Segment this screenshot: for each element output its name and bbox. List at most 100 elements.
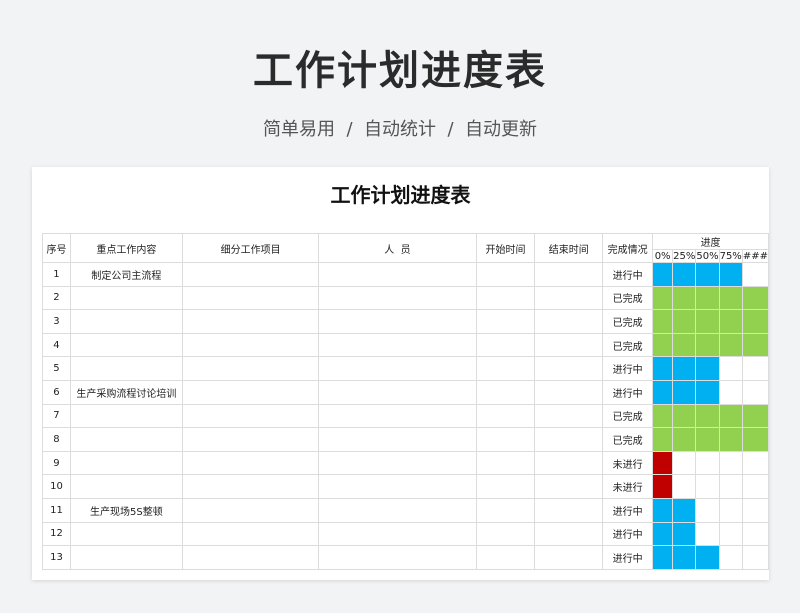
cell-end[interactable] bbox=[534, 309, 604, 334]
cell-end[interactable] bbox=[534, 285, 604, 311]
cell-sub-items[interactable] bbox=[181, 403, 320, 429]
cell-seq[interactable]: 1 bbox=[42, 262, 71, 287]
cell-sub-items[interactable] bbox=[181, 309, 320, 334]
cell-seq[interactable]: 10 bbox=[42, 474, 71, 499]
cell-key-work[interactable] bbox=[69, 427, 183, 452]
table-row: 11 生产现场5S整顿 进行中 bbox=[42, 497, 769, 523]
cell-seq[interactable]: 4 bbox=[42, 332, 71, 358]
cell-seq[interactable]: 7 bbox=[42, 403, 71, 429]
cell-sub-items[interactable] bbox=[181, 356, 320, 381]
cell-sub-items[interactable] bbox=[181, 497, 320, 523]
progress-bar-segment bbox=[672, 262, 697, 287]
cell-start[interactable] bbox=[475, 332, 536, 358]
cell-sub-items[interactable] bbox=[181, 379, 320, 405]
cell-key-work[interactable] bbox=[69, 332, 183, 358]
cell-sub-items[interactable] bbox=[181, 332, 320, 358]
cell-key-work[interactable] bbox=[69, 403, 183, 429]
cell-key-work[interactable] bbox=[69, 521, 183, 547]
cell-people[interactable] bbox=[318, 497, 477, 523]
cell-people[interactable] bbox=[318, 285, 477, 311]
cell-start[interactable] bbox=[475, 545, 536, 570]
cell-key-work[interactable]: 制定公司主流程 bbox=[69, 262, 183, 287]
cell-key-work[interactable] bbox=[69, 474, 183, 499]
cell-end[interactable] bbox=[534, 521, 604, 547]
cell-end[interactable] bbox=[534, 427, 604, 452]
cell-people[interactable] bbox=[318, 309, 477, 334]
cell-people[interactable] bbox=[318, 427, 477, 452]
cell-key-work[interactable] bbox=[69, 545, 183, 570]
cell-start[interactable] bbox=[475, 379, 536, 405]
cell-status[interactable]: 已完成 bbox=[602, 309, 654, 334]
cell-status[interactable]: 进行中 bbox=[602, 545, 654, 570]
cell-key-work[interactable] bbox=[69, 450, 183, 476]
cell-sub-items[interactable] bbox=[181, 521, 320, 547]
cell-status[interactable]: 未进行 bbox=[602, 450, 654, 476]
cell-seq[interactable]: 13 bbox=[42, 545, 71, 570]
progress-bar-segment bbox=[672, 309, 697, 334]
cell-people[interactable] bbox=[318, 262, 477, 287]
cell-key-work[interactable]: 生产采购流程讨论培训 bbox=[69, 379, 183, 405]
cell-people[interactable] bbox=[318, 521, 477, 547]
cell-end[interactable] bbox=[534, 474, 604, 499]
cell-end[interactable] bbox=[534, 497, 604, 523]
cell-people[interactable] bbox=[318, 403, 477, 429]
cell-sub-items[interactable] bbox=[181, 285, 320, 311]
cell-start[interactable] bbox=[475, 427, 536, 452]
cell-end[interactable] bbox=[534, 379, 604, 405]
cell-key-work[interactable] bbox=[69, 356, 183, 381]
cell-end[interactable] bbox=[534, 450, 604, 476]
cell-seq[interactable]: 9 bbox=[42, 450, 71, 476]
progress-empty-segment bbox=[741, 497, 769, 523]
cell-status[interactable]: 进行中 bbox=[602, 521, 654, 547]
cell-sub-items[interactable] bbox=[181, 450, 320, 476]
cell-status[interactable]: 进行中 bbox=[602, 356, 654, 381]
cell-end[interactable] bbox=[534, 545, 604, 570]
cell-seq[interactable]: 3 bbox=[42, 309, 71, 334]
cell-start[interactable] bbox=[475, 285, 536, 311]
cell-status[interactable]: 已完成 bbox=[602, 403, 654, 429]
table-row: 1 制定公司主流程 进行中 bbox=[42, 262, 769, 287]
cell-key-work[interactable]: 生产现场5S整顿 bbox=[69, 497, 183, 523]
cell-start[interactable] bbox=[475, 262, 536, 287]
cell-people[interactable] bbox=[318, 450, 477, 476]
cell-seq[interactable]: 8 bbox=[42, 427, 71, 452]
cell-key-work[interactable] bbox=[69, 285, 183, 311]
cell-sub-items[interactable] bbox=[181, 262, 320, 287]
cell-key-work[interactable] bbox=[69, 309, 183, 334]
cell-status[interactable]: 进行中 bbox=[602, 497, 654, 523]
sheet-title: 工作计划进度表 bbox=[330, 183, 471, 207]
progress-bar-segment bbox=[695, 356, 720, 381]
cell-sub-items[interactable] bbox=[181, 427, 320, 452]
cell-people[interactable] bbox=[318, 332, 477, 358]
cell-start[interactable] bbox=[475, 474, 536, 499]
cell-end[interactable] bbox=[534, 262, 604, 287]
cell-start[interactable] bbox=[475, 356, 536, 381]
cell-start[interactable] bbox=[475, 403, 536, 429]
cell-end[interactable] bbox=[534, 356, 604, 381]
cell-status[interactable]: 未进行 bbox=[602, 474, 654, 499]
cell-sub-items[interactable] bbox=[181, 474, 320, 499]
cell-seq[interactable]: 5 bbox=[42, 356, 71, 381]
cell-people[interactable] bbox=[318, 379, 477, 405]
header-progress: 进度 bbox=[652, 233, 769, 250]
cell-seq[interactable]: 2 bbox=[42, 285, 71, 311]
cell-people[interactable] bbox=[318, 356, 477, 381]
cell-seq[interactable]: 11 bbox=[42, 497, 71, 523]
cell-status[interactable]: 已完成 bbox=[602, 285, 654, 311]
cell-start[interactable] bbox=[475, 521, 536, 547]
cell-sub-items[interactable] bbox=[181, 545, 320, 570]
cell-seq[interactable]: 6 bbox=[42, 379, 71, 405]
cell-start[interactable] bbox=[475, 309, 536, 334]
cell-status[interactable]: 进行中 bbox=[602, 379, 654, 405]
cell-end[interactable] bbox=[534, 332, 604, 358]
cell-end[interactable] bbox=[534, 403, 604, 429]
cell-start[interactable] bbox=[475, 450, 536, 476]
cell-start[interactable] bbox=[475, 497, 536, 523]
cell-status[interactable]: 已完成 bbox=[602, 332, 654, 358]
cell-seq[interactable]: 12 bbox=[42, 521, 71, 547]
cell-status[interactable]: 已完成 bbox=[602, 427, 654, 452]
cell-people[interactable] bbox=[318, 545, 477, 570]
cell-status[interactable]: 进行中 bbox=[602, 262, 654, 287]
progress-empty-segment bbox=[741, 262, 769, 287]
cell-people[interactable] bbox=[318, 474, 477, 499]
